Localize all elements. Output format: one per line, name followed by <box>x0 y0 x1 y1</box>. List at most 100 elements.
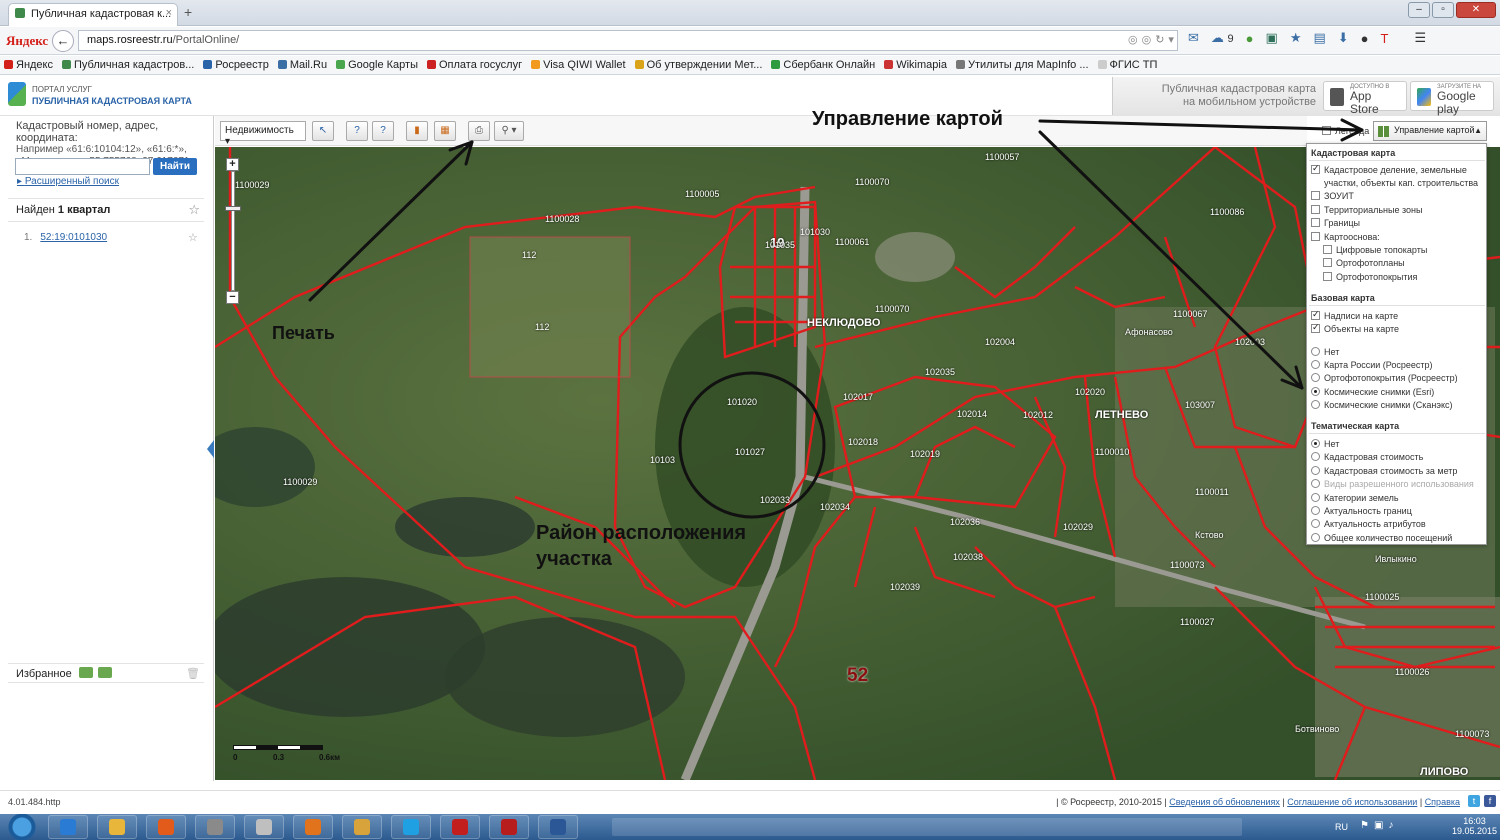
checkbox[interactable] <box>1311 309 1320 320</box>
reader-icon[interactable]: ◎◎ <box>1128 34 1155 46</box>
maximize-icon[interactable]: ▫ <box>1432 2 1454 18</box>
export-icon[interactable] <box>97 667 112 678</box>
portal-logo-icon[interactable] <box>8 82 26 106</box>
taskbar-app-button[interactable] <box>538 815 578 839</box>
parcel-number-label[interactable]: 1100025 <box>1365 592 1399 602</box>
option-territorial-zones[interactable]: Территориальные зоны <box>1311 205 1422 216</box>
option-zouit[interactable]: ЗОУИТ <box>1311 191 1354 202</box>
parcel-number-label[interactable]: 1100073 <box>1170 560 1204 570</box>
parcel-number-label[interactable]: 102017 <box>843 392 873 402</box>
parcel-number-label[interactable]: 1100057 <box>985 152 1019 162</box>
parcel-number-label[interactable]: 1100070 <box>855 177 889 187</box>
radio[interactable] <box>1311 452 1320 461</box>
parcel-number-label[interactable]: 1100073 <box>1455 729 1489 739</box>
twitter-icon[interactable]: t <box>1468 795 1480 807</box>
parcel-number-label[interactable]: 101027 <box>735 447 765 457</box>
parcel-number-label[interactable]: 1100086 <box>1210 207 1244 217</box>
taskbar-app-button[interactable] <box>195 815 235 839</box>
parcel-number-label[interactable]: 101030 <box>800 227 830 237</box>
bookmark-item[interactable]: Об утверждении Мет... <box>634 59 762 71</box>
radio[interactable] <box>1311 387 1320 396</box>
radio[interactable] <box>1311 493 1320 502</box>
weather-icon[interactable]: ☁ 9 <box>1211 30 1234 46</box>
taskbar-app-button[interactable] <box>391 815 431 839</box>
checkbox[interactable] <box>1323 272 1332 281</box>
parcel-number-label[interactable]: 52 <box>847 665 868 687</box>
radio-base-orthophoto[interactable]: Ортофотопокрытия (Росреестр) <box>1311 373 1458 384</box>
translate-icon[interactable]: T <box>1381 31 1389 46</box>
parcel-number-label[interactable]: 112 <box>535 322 549 332</box>
reload-icon[interactable]: ↻ <box>1155 34 1168 46</box>
zoom-slider-handle[interactable] <box>225 206 241 211</box>
parcel-number-label[interactable]: 1100070 <box>875 304 909 314</box>
radio[interactable] <box>1311 400 1320 409</box>
parcel-number-label[interactable]: 102038 <box>953 552 983 562</box>
radio-thematic-value-per-meter[interactable]: Кадастровая стоимость за метр <box>1311 466 1457 477</box>
bookmark-item[interactable]: Оплата госуслуг <box>427 59 522 71</box>
url-actions[interactable]: ◎◎↻▾ <box>1128 33 1178 46</box>
tray-icons[interactable]: ⚑▣♪ <box>1360 820 1398 831</box>
search-input[interactable] <box>15 158 150 175</box>
legend-checkbox[interactable] <box>1322 126 1331 135</box>
measure-tool-button[interactable]: ▮ <box>406 121 428 141</box>
taskbar-app-button[interactable] <box>489 815 529 839</box>
taskbar-open-windows[interactable] <box>612 818 1242 836</box>
bookmark-item[interactable]: Visa QIWI Wallet <box>531 59 626 71</box>
option-digital-topo[interactable]: Цифровые топокарты <box>1323 245 1427 256</box>
terms-link[interactable]: Соглашение об использовании <box>1287 797 1417 807</box>
checkbox[interactable] <box>1311 232 1320 241</box>
appstore-button[interactable]: Доступно в App Store <box>1323 81 1407 116</box>
chat-icon[interactable]: ● <box>1361 31 1369 46</box>
identify-tool-button[interactable]: ? <box>346 121 368 141</box>
list-item[interactable]: 1. 52:19:0101030 <box>24 232 107 243</box>
taskbar-app-button[interactable] <box>293 815 333 839</box>
parcel-number-label[interactable]: 101020 <box>727 397 757 407</box>
bookmark-item[interactable]: Яндекс <box>4 59 53 71</box>
search-button[interactable]: Найти <box>153 158 197 175</box>
checkbox[interactable] <box>1311 191 1320 200</box>
checkbox[interactable] <box>1311 163 1320 174</box>
checkbox[interactable] <box>1323 258 1332 267</box>
parcel-number-label[interactable]: 1100005 <box>685 189 719 199</box>
radio-base-russia-map[interactable]: Карта России (Росреестр) <box>1311 360 1433 371</box>
radio-thematic-cadastral-value[interactable]: Кадастровая стоимость <box>1311 452 1423 463</box>
parcel-number-label[interactable]: 102036 <box>950 517 980 527</box>
googleplay-button[interactable]: Загрузите на Google play <box>1410 81 1494 116</box>
taskbar-app-button[interactable] <box>342 815 382 839</box>
layer-select[interactable]: Недвижимость ▾ <box>220 121 306 147</box>
parcel-number-label[interactable]: 102034 <box>820 502 850 512</box>
zoom-out-button[interactable]: − <box>226 291 239 304</box>
mail-icon[interactable]: ✉ <box>1188 30 1199 46</box>
link-tool-button[interactable]: ⚲ ▾ <box>494 121 524 141</box>
radio-thematic-land-categories[interactable]: Категории земель <box>1311 493 1399 504</box>
bookmark-item[interactable]: Wikimapia <box>884 59 947 71</box>
taskbar-app-button[interactable] <box>97 815 137 839</box>
bookmark-star-icon[interactable]: ★ <box>1290 30 1302 46</box>
browser-tab-active[interactable]: Публичная кадастровая к... × <box>8 3 178 26</box>
parcel-number-label[interactable]: 1100067 <box>1173 309 1207 319</box>
option-map-labels[interactable]: Надписи на карте <box>1311 309 1398 322</box>
radio-thematic-none[interactable]: Нет <box>1311 439 1339 450</box>
taskbar-app-button[interactable] <box>244 815 284 839</box>
parcel-number-label[interactable]: 102020 <box>1075 387 1105 397</box>
extension-green-icon[interactable]: ● <box>1246 31 1254 46</box>
legend-toggle[interactable]: Легенда <box>1322 126 1369 137</box>
checkbox[interactable] <box>1311 205 1320 214</box>
radio-base-none[interactable]: Нет <box>1311 347 1339 358</box>
radio-thematic-visits[interactable]: Общее количество посещений <box>1311 533 1452 544</box>
parcel-number-label[interactable]: 1100026 <box>1395 667 1429 677</box>
map-control-button[interactable]: Управление картой ▲ <box>1373 121 1487 141</box>
parcel-number-label[interactable]: 102033 <box>760 495 790 505</box>
option-basemap-source[interactable]: Картооснова: <box>1311 232 1380 243</box>
collapse-panel-handle[interactable] <box>207 440 214 458</box>
facebook-icon[interactable]: f <box>1484 795 1496 807</box>
result-link[interactable]: 52:19:0101030 <box>40 232 107 243</box>
radio[interactable] <box>1311 347 1320 356</box>
parcel-number-label[interactable]: 102039 <box>890 582 920 592</box>
bookmark-item[interactable]: Росреестр <box>203 59 269 71</box>
select-tool-button[interactable]: ↖ <box>312 121 334 141</box>
radio-base-esri[interactable]: Космические снимки (Esri) <box>1311 387 1434 398</box>
url-field[interactable]: maps.rosreestr.ru/PortalOnline/ <box>78 30 1178 51</box>
parcel-number-label[interactable]: 10103 <box>650 455 675 465</box>
minimize-icon[interactable]: – <box>1408 2 1430 18</box>
